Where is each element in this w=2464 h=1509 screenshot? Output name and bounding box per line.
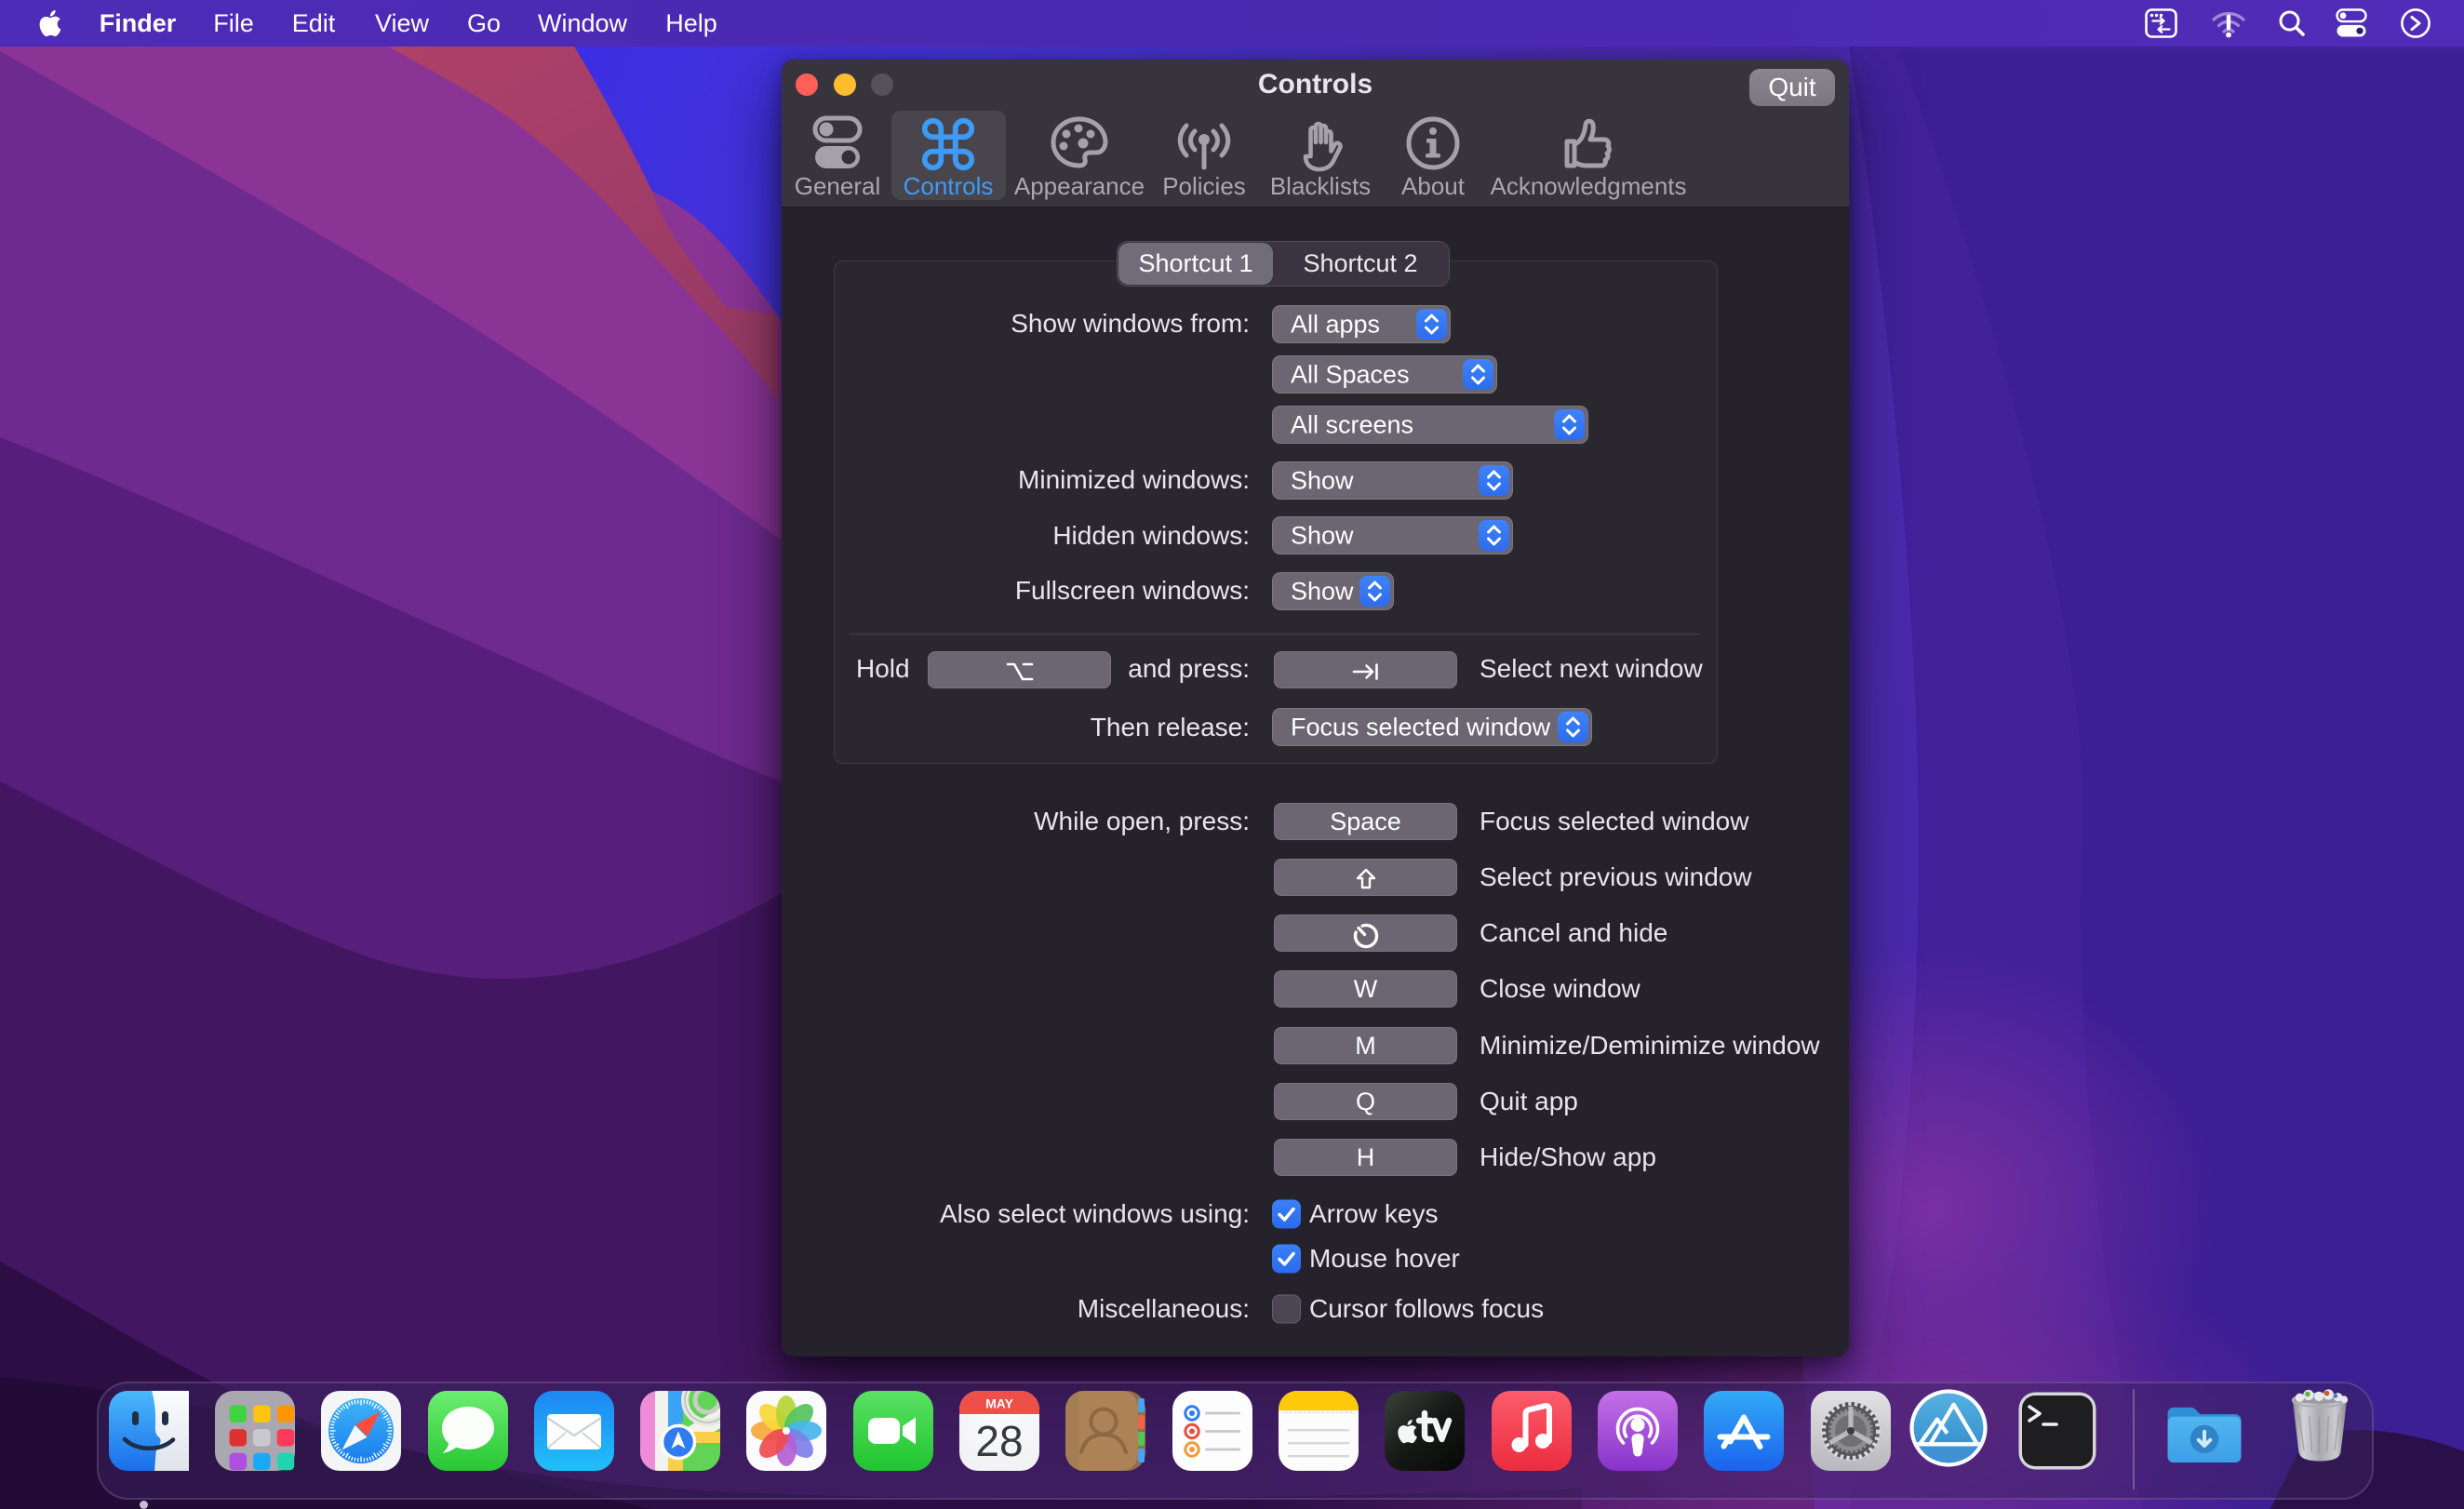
svg-text:MAY: MAY <box>985 1396 1013 1411</box>
svg-text:28: 28 <box>975 1417 1023 1465</box>
